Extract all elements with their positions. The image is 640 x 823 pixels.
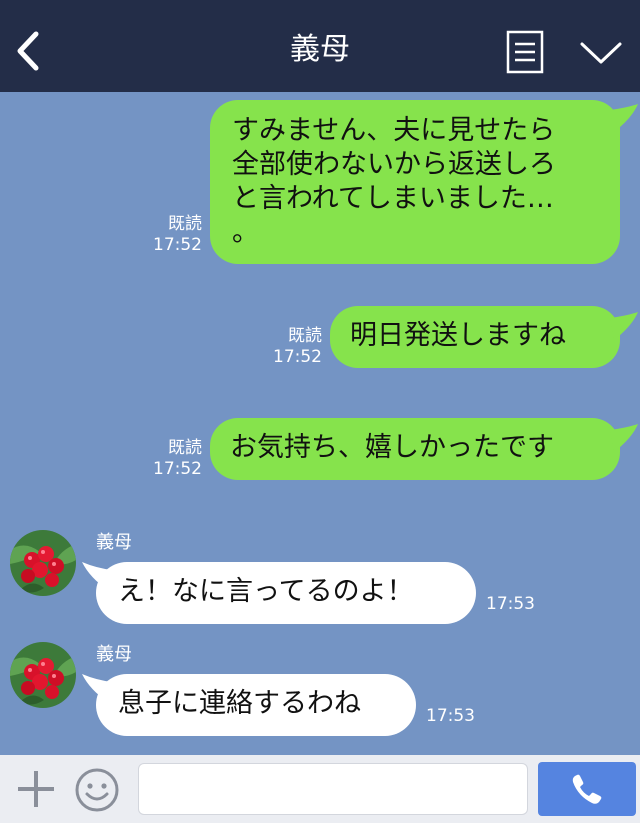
message-text-line: と言われてしまいました… [232,183,554,214]
call-button[interactable] [538,762,636,816]
bubble-tail [610,312,638,340]
bubble-tail [610,424,638,452]
message-time: 17:52 [153,459,202,479]
chevron-down-icon [580,42,622,64]
message-time: 17:52 [153,235,202,255]
notes-icon [506,30,544,74]
emoji-button[interactable] [74,767,120,813]
sender-name: 義母 [96,532,132,553]
notes-button[interactable] [506,30,544,74]
message-input-bar [0,755,640,823]
message-text-line: すみません、夫に見せたら [232,115,556,146]
message-text-line: 。 [232,217,259,248]
message-text: 明日発送しますね [350,320,566,351]
message-text-line: 全部使わないから返送しろ [232,149,556,180]
smiley-icon [75,768,119,812]
plus-icon [18,771,54,807]
message-text: え！なに言ってるのよ！ [118,576,414,607]
read-receipt: 既読 [168,214,202,234]
red-berries-avatar-icon [10,530,76,596]
message-meta: 既読 17:52 [150,438,202,480]
bubble-tail [610,104,638,132]
message-meta: 既読 17:52 [270,326,322,368]
message-time: 17:53 [486,594,535,614]
message-time: 17:52 [273,347,322,367]
incoming-message-bubble[interactable]: え！なに言ってるのよ！ [96,562,476,624]
message-input[interactable] [138,763,528,815]
red-berries-avatar-icon [10,642,76,708]
message-text: 息子に連絡するわね [118,688,361,719]
phone-icon [572,774,602,804]
chat-title: 義母 [290,32,350,67]
avatar[interactable] [10,642,76,708]
outgoing-message-bubble[interactable]: 明日発送しますね [330,306,620,368]
incoming-message-bubble[interactable]: 息子に連絡するわね [96,674,416,736]
outgoing-message-bubble[interactable]: お気持ち、嬉しかったです [210,418,620,480]
read-receipt: 既読 [168,438,202,458]
add-attachment-button[interactable] [14,767,58,811]
chat-header: 義母 [0,0,640,92]
message-meta: 既読 17:52 [150,214,202,256]
avatar[interactable] [10,530,76,596]
read-receipt: 既読 [288,326,322,346]
message-time: 17:53 [426,706,475,726]
message-text: お気持ち、嬉しかったです [230,432,554,463]
menu-toggle-button[interactable] [578,36,624,72]
outgoing-message-bubble[interactable]: すみません、夫に見せたら 全部使わないから返送しろ と言われてしまいました… 。 [210,100,620,264]
sender-name: 義母 [96,644,132,665]
chat-area[interactable]: 既読 17:52 すみません、夫に見せたら 全部使わないから返送しろ と言われて… [0,92,640,755]
